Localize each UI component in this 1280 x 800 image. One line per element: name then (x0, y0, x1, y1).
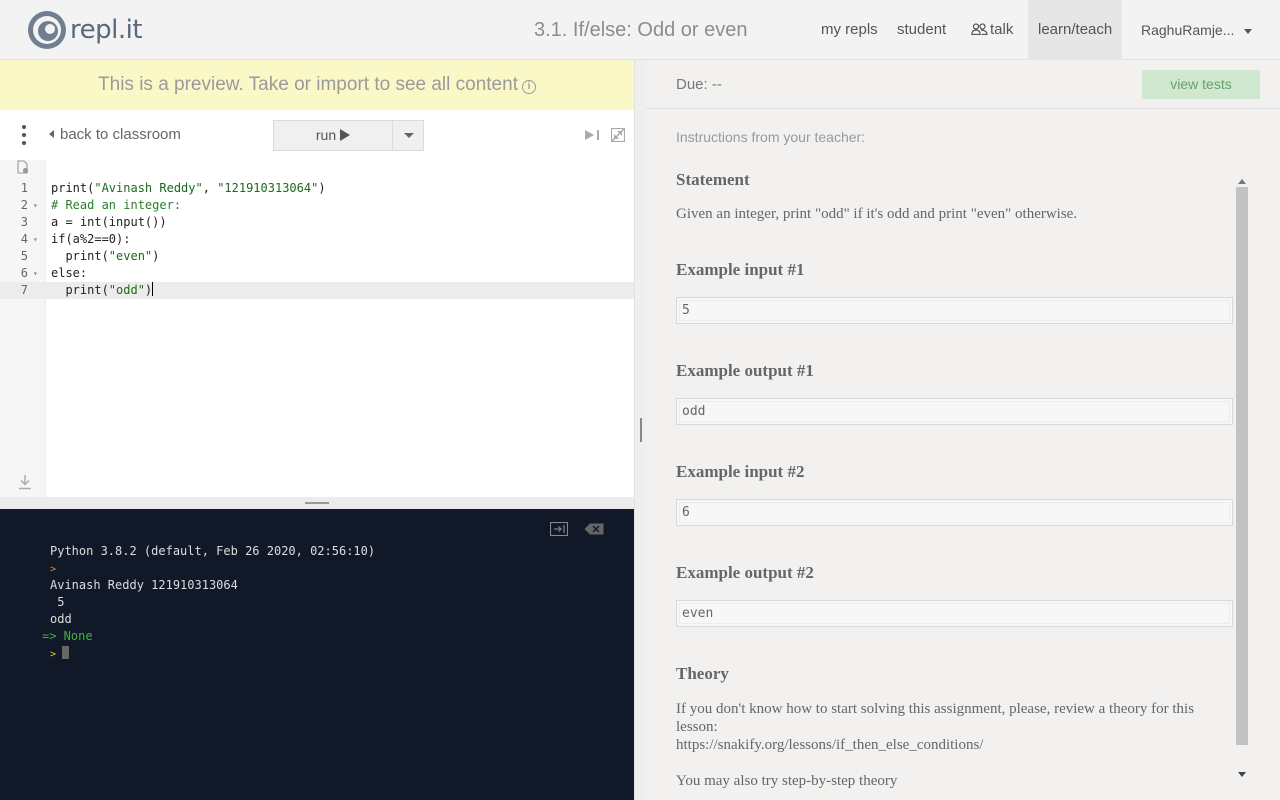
more-vertical-icon[interactable] (18, 125, 30, 147)
instructions-pane: Due: -- view tests Instructions from you… (646, 60, 1280, 800)
clear-console-icon[interactable] (584, 523, 604, 535)
play-icon (340, 129, 351, 141)
example-box: even (676, 600, 1233, 627)
theory-text: You may also try step-by-step theory (676, 773, 898, 789)
line-number: 3 (20, 215, 28, 229)
code-line: 1 print("Avinash Reddy", "121910313064") (0, 180, 634, 197)
preview-banner-text: This is a preview. Take or import to see… (98, 74, 518, 95)
code-line: 2 ▾ # Read an integer: (0, 197, 634, 214)
logo-text: repl.it (70, 15, 143, 45)
editor-pane: This is a preview. Take or import to see… (0, 60, 634, 800)
scroll-down-icon[interactable] (1238, 772, 1246, 777)
console-result-line: => None (42, 629, 93, 643)
theory-title: Theory (676, 664, 729, 683)
prompt-icon: > (50, 564, 57, 575)
statement-text: Given an integer, print "odd" if it's od… (676, 206, 1078, 222)
code-line: 5 print("even") (0, 248, 634, 265)
nav-my-repls[interactable]: my repls (811, 0, 888, 60)
example-title: Example output #2 (676, 563, 814, 582)
scroll-up-icon[interactable] (1238, 179, 1246, 184)
back-label: back to classroom (60, 126, 181, 143)
example-title: Example output #1 (676, 361, 814, 380)
horizontal-resize-handle[interactable] (0, 497, 634, 509)
console-input-line[interactable]: > (50, 645, 375, 662)
fold-toggle-icon[interactable]: ▾ (33, 197, 38, 214)
replit-logo[interactable]: repl.it (27, 10, 143, 50)
theory-text: If you don't know how to start solving t… (676, 701, 1195, 735)
code-text: else: (51, 266, 88, 280)
example-value: 6 (682, 505, 690, 520)
back-to-classroom-link[interactable]: back to classroom (49, 126, 181, 143)
line-number: 7 (20, 283, 28, 297)
console[interactable]: Python 3.8.2 (default, Feb 26 2020, 02:5… (0, 509, 634, 800)
example-title: Example input #1 (676, 260, 805, 279)
theory-link[interactable]: https://snakify.org/lessons/if_then_else… (676, 736, 983, 754)
due-bar: Due: -- view tests (646, 60, 1280, 109)
line-number: 5 (20, 249, 28, 263)
console-line: 5 (50, 595, 65, 609)
vertical-resize-handle[interactable] (634, 60, 646, 800)
code-line-current: 7 print("odd") (0, 282, 634, 299)
console-output: Python 3.8.2 (default, Feb 26 2020, 02:5… (42, 543, 376, 662)
console-expand-icon[interactable] (550, 522, 568, 536)
instructions-scrollbar[interactable] (1236, 179, 1248, 780)
console-cursor (62, 646, 70, 659)
instructions-label: Instructions from your teacher: (676, 129, 866, 145)
download-icon[interactable] (18, 474, 32, 490)
code-text: print("even") (51, 249, 160, 263)
view-tests-button[interactable]: view tests (1142, 70, 1260, 99)
console-line: Python 3.8.2 (default, Feb 26 2020, 02:5… (50, 544, 376, 558)
code-text: if(a%2==0): (51, 232, 131, 246)
text-cursor (152, 282, 154, 296)
nav-student[interactable]: student (887, 0, 956, 60)
nav-talk-label: talk (990, 21, 1014, 38)
code-line: 6 ▾ else: (0, 265, 634, 282)
code-line: 3 a = int(input()) (0, 214, 634, 231)
instructions-content[interactable]: Statement Given an integer, print "odd" … (676, 170, 1233, 790)
top-bar: repl.it 3.1. If/else: Odd or even my rep… (0, 0, 1280, 60)
info-icon[interactable]: i (521, 80, 536, 94)
code-editor[interactable]: 1 print("Avinash Reddy", "121910313064")… (0, 180, 634, 497)
example-box: 6 (676, 499, 1233, 526)
due-date: Due: -- (676, 76, 722, 93)
user-menu[interactable]: RaghuRamje... (1131, 0, 1262, 60)
user-name: RaghuRamje... (1141, 22, 1235, 38)
run-button-group: run (273, 120, 424, 151)
code-text: a = int(input()) (51, 215, 167, 229)
fold-toggle-icon[interactable]: ▾ (33, 231, 38, 248)
example-value: even (682, 606, 714, 621)
nav-learn-teach[interactable]: learn/teach (1028, 0, 1123, 60)
console-line: Avinash Reddy 121910313064 (50, 578, 238, 592)
caret-left-icon (49, 130, 54, 138)
editor-toolbar: back to classroom run (0, 110, 634, 160)
prompt-icon: > (50, 649, 57, 660)
preview-banner: This is a preview. Take or import to see… (0, 60, 634, 110)
example-title: Example input #2 (676, 462, 805, 481)
code-text: print("odd") (51, 282, 154, 297)
example-box: 5 (676, 297, 1233, 324)
example-box: odd (676, 398, 1233, 425)
example-value: 5 (682, 303, 690, 318)
page-title: 3.1. If/else: Odd or even (534, 19, 748, 41)
statement-title: Statement (676, 170, 750, 189)
nav-talk[interactable]: talk (961, 0, 1023, 60)
scrollbar-thumb[interactable] (1236, 187, 1248, 745)
users-icon (971, 23, 988, 36)
line-number: 1 (20, 181, 28, 195)
fold-toggle-icon[interactable]: ▾ (33, 265, 38, 282)
run-dropdown-button[interactable] (393, 121, 423, 150)
step-forward-icon[interactable] (584, 129, 602, 141)
code-line: 4 ▾ if(a%2==0): (0, 231, 634, 248)
console-prompt-line: > (50, 560, 375, 577)
console-line: odd (50, 612, 72, 626)
collapse-icon[interactable] (611, 128, 625, 142)
chevron-down-icon (1244, 28, 1253, 34)
file-settings-icon[interactable] (17, 160, 29, 174)
code-text: print("Avinash Reddy", "121910313064") (51, 181, 326, 195)
replit-logo-icon (28, 11, 66, 49)
code-text: # Read an integer: (51, 198, 182, 212)
example-value: odd (682, 404, 706, 419)
run-label: run (315, 127, 337, 143)
run-button[interactable]: run (274, 121, 393, 150)
